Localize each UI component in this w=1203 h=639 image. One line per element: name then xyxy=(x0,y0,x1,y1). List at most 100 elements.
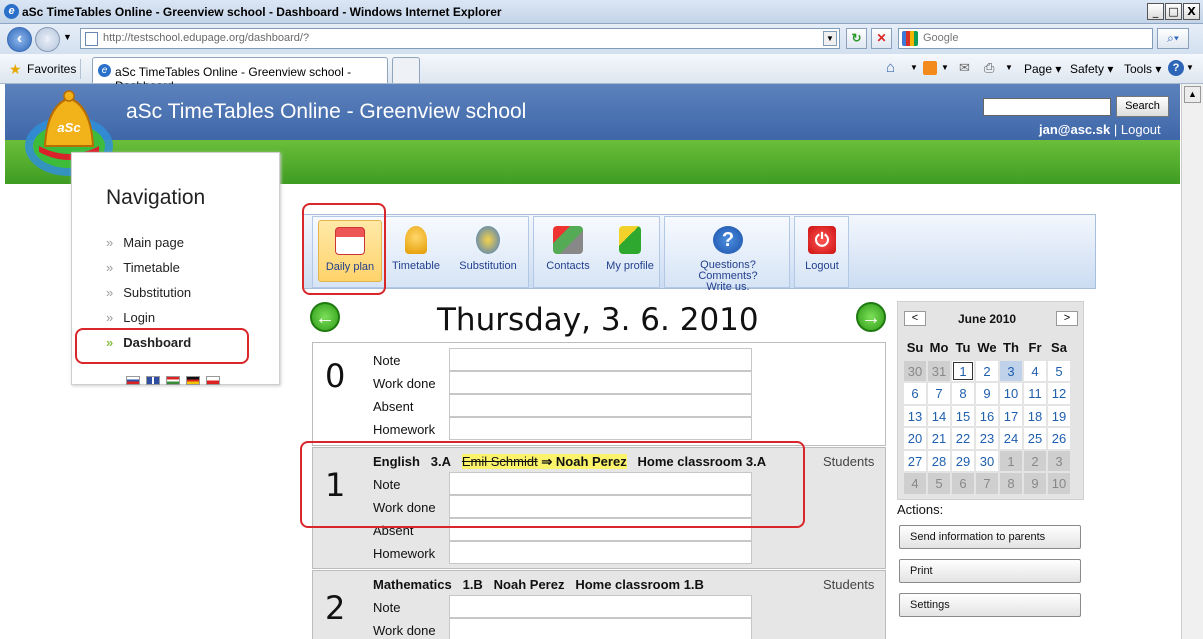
safety-menu[interactable]: Safety ▾ xyxy=(1070,62,1113,76)
home-dropdown-icon[interactable]: ▼ xyxy=(910,63,918,72)
note-field[interactable] xyxy=(449,348,752,371)
rss-icon[interactable] xyxy=(923,61,937,75)
calendar-day[interactable]: 1 xyxy=(951,359,975,382)
stop-icon[interactable]: ✕ xyxy=(871,28,892,49)
scroll-up-icon[interactable]: ▲ xyxy=(1184,86,1201,103)
page-menu[interactable]: Page ▾ xyxy=(1024,62,1061,76)
work-done-field[interactable] xyxy=(449,618,752,639)
calendar-day[interactable]: 20 xyxy=(903,427,927,450)
site-search-button[interactable]: Search xyxy=(1116,96,1169,117)
toolbar-logout-button[interactable]: ⏻ Logout xyxy=(796,226,848,272)
absent-field[interactable] xyxy=(449,394,752,417)
timetable-button[interactable]: Timetable xyxy=(386,226,446,272)
mail-icon[interactable]: ✉ xyxy=(959,60,970,76)
calendar-day[interactable]: 10 xyxy=(999,382,1023,405)
help-dropdown-icon[interactable]: ▼ xyxy=(1186,63,1194,72)
calendar-day[interactable]: 6 xyxy=(903,382,927,405)
work-done-field[interactable] xyxy=(449,371,752,394)
calendar-day[interactable]: 30 xyxy=(975,449,999,472)
contacts-icon xyxy=(553,226,583,254)
homework-field[interactable] xyxy=(449,541,752,564)
search-go-icon[interactable]: ⌕▾ xyxy=(1157,28,1189,49)
calendar-day[interactable]: 19 xyxy=(1047,404,1071,427)
calendar-day[interactable]: 23 xyxy=(975,427,999,450)
calendar-day[interactable]: 27 xyxy=(903,449,927,472)
calendar-day[interactable]: 28 xyxy=(927,449,951,472)
calendar-day[interactable]: 21 xyxy=(927,427,951,450)
calendar-day[interactable]: 15 xyxy=(951,404,975,427)
lesson-number: 2 xyxy=(325,589,346,627)
history-dropdown-icon[interactable]: ▼ xyxy=(63,32,72,42)
calendar-day[interactable]: 17 xyxy=(999,404,1023,427)
questions-button[interactable]: ? Questions? Comments? Write us. xyxy=(684,226,772,293)
note-field[interactable] xyxy=(449,595,752,618)
maximize-button[interactable]: □ xyxy=(1165,3,1182,20)
send-info-parents-button[interactable]: Send information to parents xyxy=(899,525,1081,549)
calendar-day[interactable]: 13 xyxy=(903,404,927,427)
minimize-button[interactable]: _ xyxy=(1147,3,1164,20)
nav-item-login[interactable]: » Login xyxy=(106,310,155,325)
calendar-day[interactable]: 12 xyxy=(1047,382,1071,405)
url-field[interactable]: http://testschool.edupage.org/dashboard/… xyxy=(80,28,840,49)
new-tab-button[interactable] xyxy=(392,57,420,83)
calendar-day[interactable]: 29 xyxy=(951,449,975,472)
flag-de-icon[interactable] xyxy=(186,376,200,385)
calendar-day[interactable]: 4 xyxy=(1023,359,1047,382)
print-button[interactable]: Print xyxy=(899,559,1081,583)
refresh-icon[interactable]: ↻ xyxy=(846,28,867,49)
header-logout-link[interactable]: Logout xyxy=(1121,122,1161,137)
calendar-day[interactable]: 2 xyxy=(975,359,999,382)
calendar-day[interactable]: 7 xyxy=(927,382,951,405)
calendar-day[interactable]: 8 xyxy=(951,382,975,405)
url-dropdown-icon[interactable]: ▼ xyxy=(823,31,837,46)
nav-item-timetable[interactable]: » Timetable xyxy=(106,260,180,275)
calendar-next-button[interactable]: > xyxy=(1056,311,1078,326)
calendar-day[interactable]: 26 xyxy=(1047,427,1071,450)
site-search-input[interactable] xyxy=(983,98,1111,116)
settings-button[interactable]: Settings xyxy=(899,593,1081,617)
calendar-day[interactable]: 14 xyxy=(927,404,951,427)
calendar-prev-button[interactable]: < xyxy=(904,311,926,326)
vertical-scrollbar[interactable]: ▲ xyxy=(1181,84,1203,639)
calendar-day[interactable]: 18 xyxy=(1023,404,1047,427)
forward-button[interactable]: › xyxy=(35,27,60,52)
back-button[interactable]: ‹ xyxy=(7,27,32,52)
substitution-button[interactable]: Substitution xyxy=(452,226,524,272)
next-day-arrow[interactable]: → xyxy=(856,302,886,332)
favorites-button[interactable]: Favorites xyxy=(27,62,76,76)
calendar-day[interactable]: 3 xyxy=(999,359,1023,382)
nav-item-main-page[interactable]: » Main page xyxy=(106,235,184,250)
calendar-day[interactable]: 25 xyxy=(1023,427,1047,450)
print-icon[interactable]: ⎙ xyxy=(984,60,994,76)
search-field[interactable]: Google xyxy=(898,28,1153,49)
students-link[interactable]: Students xyxy=(823,454,874,469)
rss-dropdown-icon[interactable]: ▼ xyxy=(941,63,949,72)
nav-item-substitution[interactable]: » Substitution xyxy=(106,285,191,300)
previous-day-arrow[interactable]: ← xyxy=(310,302,340,332)
nav-item-label: Login xyxy=(123,310,156,325)
nav-bullet-icon: » xyxy=(106,310,114,325)
calendar-day[interactable]: 9 xyxy=(975,382,999,405)
homework-field[interactable] xyxy=(449,417,752,440)
contacts-button[interactable]: Contacts xyxy=(538,226,598,272)
flag-hu-icon[interactable] xyxy=(166,376,180,385)
calendar-day[interactable]: 24 xyxy=(999,427,1023,450)
calendar-day[interactable]: 11 xyxy=(1023,382,1047,405)
user-email[interactable]: jan@asc.sk xyxy=(1039,122,1110,137)
home-icon[interactable]: ⌂ xyxy=(886,59,895,76)
students-link[interactable]: Students xyxy=(823,577,874,592)
help-icon[interactable]: ? xyxy=(1168,60,1184,76)
close-window-button[interactable]: X xyxy=(1183,3,1200,20)
window-title: aSc TimeTables Online - Greenview school… xyxy=(22,5,502,19)
print-dropdown-icon[interactable]: ▼ xyxy=(1005,63,1013,72)
my-profile-button[interactable]: My profile xyxy=(600,226,660,272)
favorites-star-icon[interactable]: ★ xyxy=(9,61,22,78)
tools-menu[interactable]: Tools ▾ xyxy=(1124,62,1161,76)
browser-tab[interactable]: e aSc TimeTables Online - Greenview scho… xyxy=(92,57,388,93)
flag-gb-icon[interactable] xyxy=(146,376,160,385)
flag-sk-icon[interactable] xyxy=(126,376,140,385)
calendar-day[interactable]: 16 xyxy=(975,404,999,427)
calendar-day[interactable]: 22 xyxy=(951,427,975,450)
flag-pl-icon[interactable] xyxy=(206,376,220,385)
calendar-day[interactable]: 5 xyxy=(1047,359,1071,382)
